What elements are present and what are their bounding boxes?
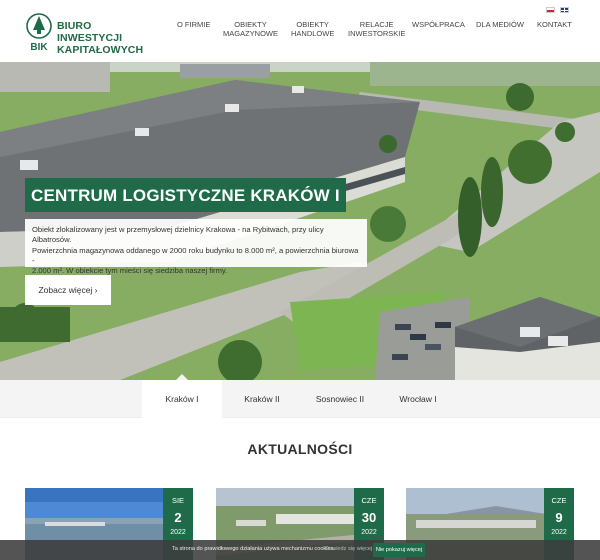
- news-date-day: 9: [555, 510, 563, 525]
- nav-label-line2: HANDLOWE: [291, 29, 335, 38]
- nav-item-kontakt[interactable]: KONTAKT: [537, 20, 572, 29]
- nav-item-o-firmie[interactable]: O FIRMIE: [177, 20, 210, 29]
- news-date-year: 2022: [361, 529, 377, 536]
- nav-label: KONTAKT: [537, 20, 572, 29]
- nav-label: RELACJE: [359, 20, 394, 29]
- news-date-month: CZE: [361, 496, 377, 505]
- tab-sosnowiec-2[interactable]: Sosnowiec II: [298, 380, 382, 418]
- news-date-month: CZE: [551, 496, 567, 505]
- news-date-month: SIE: [171, 496, 185, 505]
- tab-krakow-2[interactable]: Kraków II: [222, 380, 302, 418]
- hero-title: CENTRUM LOGISTYCZNE KRAKÓW I: [25, 178, 346, 212]
- cookie-bar: Ta strona do prawidłowego działania używ…: [0, 540, 600, 560]
- news-heading: AKTUALNOŚCI: [247, 441, 353, 457]
- nav-label-line2: INWESTORSKIE: [348, 29, 406, 38]
- news-date-year: 2022: [170, 529, 186, 536]
- tab-wroclaw-1[interactable]: Wrocław I: [378, 380, 458, 418]
- language-switcher: [546, 7, 570, 15]
- flag-en-icon[interactable]: [560, 7, 569, 13]
- site-logo[interactable]: BIK BIURO INWESTYCJI KAPITAŁOWYCH: [25, 12, 155, 56]
- logo-name-line2: KAPITAŁOWYCH: [57, 44, 144, 56]
- news-date-day: 30: [361, 510, 377, 525]
- logo-name: BIURO INWESTYCJI KAPITAŁOWYCH: [57, 20, 155, 56]
- cookie-dismiss-button[interactable]: Nie pokazuj więcej: [373, 543, 425, 557]
- cookie-more-link[interactable]: Dowiedz się więcej: [325, 546, 372, 552]
- nav-label: OBIEKTY: [234, 20, 267, 29]
- logo-tree-icon: BIK: [26, 13, 52, 52]
- nav-item-dla-mediow[interactable]: DLA MEDIÓW: [476, 20, 524, 29]
- site-header: BIK BIURO INWESTYCJI KAPITAŁOWYCH O FIRM…: [0, 0, 600, 62]
- nav-label: WSPÓŁPRACA: [412, 20, 465, 29]
- hero-description: Obiekt zlokalizowany jest w przemysłowej…: [25, 219, 367, 275]
- property-tabs: Kraków I Kraków II Sosnowiec II Wrocław …: [0, 380, 600, 418]
- logo-letters: BIK: [30, 42, 48, 52]
- nav-item-obiekty-magazynowe[interactable]: OBIEKTY MAGAZYNOWE: [223, 20, 278, 38]
- nav-item-relacje-inwestorskie[interactable]: RELACJE INWESTORSKIE: [348, 20, 405, 38]
- news-date-day: 2: [174, 510, 182, 525]
- nav-label: OBIEKTY: [296, 20, 329, 29]
- nav-label: O FIRMIE: [177, 20, 211, 29]
- news-date-year: 2022: [551, 529, 567, 536]
- hero-slider: CENTRUM LOGISTYCZNE KRAKÓW I Obiekt zlok…: [0, 62, 600, 380]
- nav-label-line2: MAGAZYNOWE: [223, 29, 279, 38]
- hero-desc-line1: Obiekt zlokalizowany jest w przemysłowej…: [32, 225, 324, 245]
- see-more-button[interactable]: Zobacz więcej ›: [25, 275, 111, 305]
- tab-krakow-1[interactable]: Kraków I: [142, 380, 222, 418]
- nav-label: DLA MEDIÓW: [476, 20, 524, 29]
- cookie-text: Ta strona do prawidłowego działania używ…: [172, 546, 335, 552]
- logo-name-line1: BIURO INWESTYCJI: [57, 20, 123, 44]
- flag-pl-icon[interactable]: [546, 7, 555, 13]
- nav-item-wspolpraca[interactable]: WSPÓŁPRACA: [412, 20, 465, 29]
- hero-desc-line2: Powierzchnia magazynowa oddanego w 2000 …: [32, 245, 359, 265]
- nav-item-obiekty-handlowe[interactable]: OBIEKTY HANDLOWE: [291, 20, 334, 38]
